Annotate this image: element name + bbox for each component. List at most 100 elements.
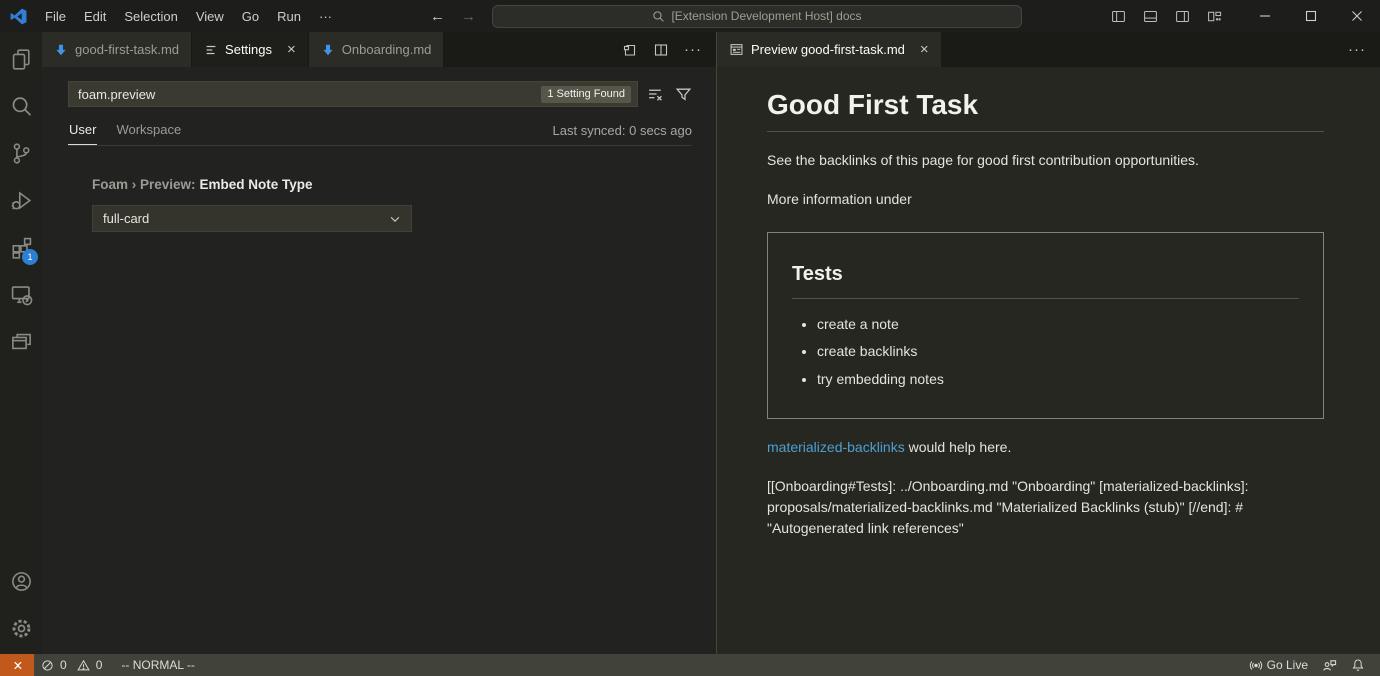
chevron-down-icon: [388, 212, 402, 226]
tab-label: Preview good-first-task.md: [751, 42, 905, 57]
settings-editor-icon: [204, 43, 218, 57]
editor-group-settings: good-first-task.md Settings × Onboarding…: [42, 32, 716, 654]
search-view-icon[interactable]: [0, 83, 42, 130]
navigate-forward-icon: →: [461, 8, 476, 25]
run-debug-icon[interactable]: [0, 177, 42, 224]
clear-settings-search-icon[interactable]: [647, 86, 664, 103]
link-tail-text: would help here.: [905, 439, 1012, 455]
markdown-file-icon: [54, 43, 68, 57]
menu-selection[interactable]: Selection: [115, 5, 186, 28]
broadcast-icon: [1249, 658, 1263, 672]
command-center-search[interactable]: [Extension Development Host] docs: [492, 5, 1022, 28]
tab-label: good-first-task.md: [75, 42, 179, 57]
navigate-back-icon[interactable]: ←: [430, 8, 445, 25]
close-window-button[interactable]: [1334, 0, 1380, 32]
menu-bar: File Edit Selection View Go Run ···: [36, 5, 341, 28]
feedback-button[interactable]: [1315, 654, 1344, 676]
embed-note-type-dropdown[interactable]: full-card: [92, 205, 412, 232]
title-bar: File Edit Selection View Go Run ··· ← → …: [0, 0, 1380, 32]
notifications-bell-button[interactable]: [1344, 654, 1372, 676]
vim-mode-indicator[interactable]: -- NORMAL --: [109, 654, 202, 676]
extensions-badge: 1: [22, 249, 38, 265]
close-tab-icon[interactable]: ×: [287, 42, 296, 57]
tab-preview-good-first-task[interactable]: Preview good-first-task.md ×: [717, 32, 942, 67]
menu-go[interactable]: Go: [233, 5, 268, 28]
embedded-note-list: create a note create backlinks try embed…: [792, 314, 1299, 389]
toggle-panel-icon[interactable]: [1143, 9, 1158, 24]
problems-indicator[interactable]: 0 0: [34, 654, 109, 676]
preview-paragraph: materialized-backlinks would help here.: [767, 437, 1324, 458]
markdown-file-icon: [321, 43, 335, 57]
bell-icon: [1351, 658, 1365, 672]
last-synced-label: Last synced: 0 secs ago: [553, 123, 692, 145]
tab-good-first-task[interactable]: good-first-task.md: [42, 32, 192, 67]
setting-category: Foam › Preview:: [92, 177, 196, 192]
preview-paragraph: See the backlinks of this page for good …: [767, 150, 1324, 171]
settings-result-count-badge: 1 Setting Found: [541, 86, 631, 103]
close-tab-icon[interactable]: ×: [920, 42, 929, 57]
preview-paragraph: More information under: [767, 189, 1324, 210]
remote-explorer-icon[interactable]: [0, 271, 42, 318]
more-actions-button[interactable]: ···: [684, 41, 702, 58]
remote-indicator[interactable]: [0, 654, 34, 676]
tab-bar-group-2: Preview good-first-task.md × ···: [717, 32, 1380, 67]
search-icon: [652, 10, 665, 23]
menu-overflow-button[interactable]: ···: [310, 5, 341, 28]
editor-group-preview: Preview good-first-task.md × ··· Good Fi…: [716, 32, 1380, 654]
setting-row-embed-note-type: Foam › Preview: Embed Note Type full-card: [92, 177, 692, 232]
minimize-button[interactable]: [1242, 0, 1288, 32]
tab-label: Settings: [225, 42, 272, 57]
list-item: create a note: [817, 314, 1299, 334]
command-center-label: [Extension Development Host] docs: [671, 9, 861, 23]
open-settings-json-icon[interactable]: [622, 42, 638, 58]
menu-view[interactable]: View: [187, 5, 233, 28]
errors-icon: [41, 659, 54, 672]
maximize-button[interactable]: [1288, 0, 1334, 32]
tab-settings[interactable]: Settings ×: [192, 32, 309, 67]
menu-edit[interactable]: Edit: [75, 5, 115, 28]
go-live-button[interactable]: Go Live: [1242, 654, 1315, 676]
list-item: try embedding notes: [817, 369, 1299, 389]
settings-editor: 1 Setting Found User Workspace Last sync…: [42, 67, 716, 654]
split-editor-icon[interactable]: [653, 42, 669, 58]
settings-gear-icon[interactable]: [0, 605, 42, 652]
link-references-paragraph: [[Onboarding#Tests]: ../Onboarding.md "O…: [767, 476, 1324, 539]
warnings-icon: [77, 659, 90, 672]
scope-tab-user[interactable]: User: [68, 118, 97, 145]
menu-run[interactable]: Run: [268, 5, 310, 28]
vscode-window: File Edit Selection View Go Run ··· ← → …: [0, 0, 1380, 676]
explorer-icon[interactable]: [0, 36, 42, 83]
scope-tab-workspace[interactable]: Workspace: [115, 118, 182, 145]
editor-layouts-icon[interactable]: [0, 318, 42, 365]
settings-search-input[interactable]: [78, 87, 541, 102]
tab-onboarding[interactable]: Onboarding.md: [309, 32, 445, 67]
toggle-secondary-sidebar-icon[interactable]: [1175, 9, 1190, 24]
status-bar: 0 0 -- NORMAL -- Go Live: [0, 654, 1380, 676]
tab-bar-group-1: good-first-task.md Settings × Onboarding…: [42, 32, 716, 67]
vscode-logo-icon: [0, 8, 36, 25]
customize-layout-icon[interactable]: [1207, 9, 1222, 24]
vim-mode-label: -- NORMAL --: [121, 658, 195, 672]
error-count: 0: [60, 658, 67, 672]
dropdown-value: full-card: [103, 211, 149, 226]
embedded-note-card: Tests create a note create backlinks try…: [767, 232, 1324, 419]
source-control-icon[interactable]: [0, 130, 42, 177]
more-actions-button[interactable]: ···: [1348, 41, 1366, 58]
warning-count: 0: [96, 658, 103, 672]
accounts-icon[interactable]: [0, 558, 42, 605]
feedback-icon: [1322, 658, 1337, 673]
toggle-primary-sidebar-icon[interactable]: [1111, 9, 1126, 24]
markdown-preview-icon: [729, 42, 744, 57]
preview-title: Good First Task: [767, 89, 1324, 132]
list-item: create backlinks: [817, 341, 1299, 361]
tab-label: Onboarding.md: [342, 42, 432, 57]
filter-settings-icon[interactable]: [675, 86, 692, 103]
extensions-icon[interactable]: 1: [0, 224, 42, 271]
embedded-note-title: Tests: [792, 263, 1299, 299]
settings-search-box[interactable]: 1 Setting Found: [68, 81, 638, 107]
materialized-backlinks-link[interactable]: materialized-backlinks: [767, 439, 905, 455]
menu-file[interactable]: File: [36, 5, 75, 28]
setting-name: Embed Note Type: [200, 177, 313, 192]
settings-scope-tabs: User Workspace Last synced: 0 secs ago: [68, 118, 692, 146]
activity-bar: 1: [0, 32, 42, 654]
